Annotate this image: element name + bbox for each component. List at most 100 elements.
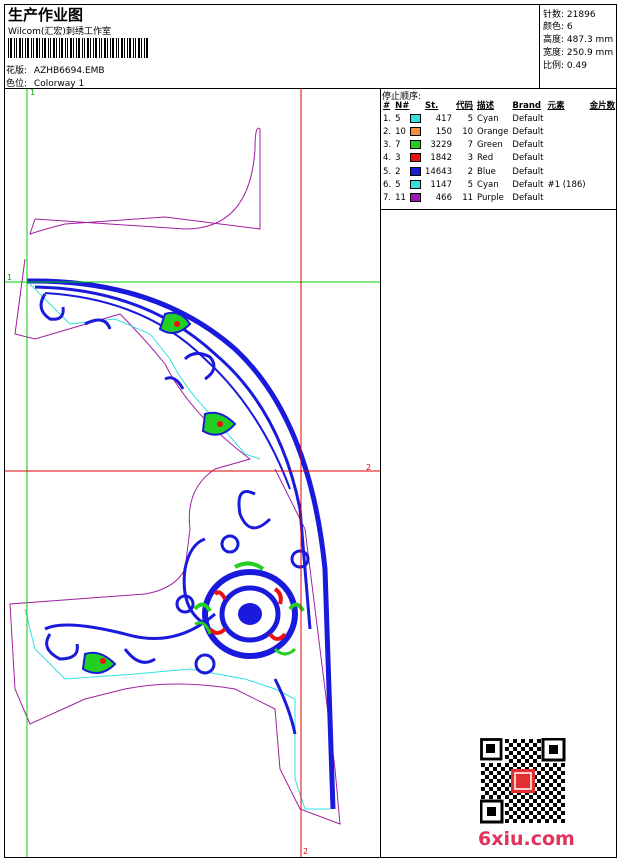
stop-header-cell: 代码 [456, 100, 474, 111]
stop-cell: 6. [383, 179, 392, 190]
guide-label-red-bottom: 2 [303, 847, 309, 856]
stop-row: 3. 7 3229 7 Green Default [381, 139, 617, 152]
stop-cell [588, 152, 618, 165]
stop-cell: Purple [477, 192, 504, 203]
stop-cell: 5. [383, 166, 392, 177]
scroll-vines [39, 293, 297, 735]
colorway: 色位: Colorway 1 [6, 76, 84, 89]
stop-row: 5. 2 14643 2 Blue Default [381, 165, 617, 178]
stop-cell: 3 [467, 153, 474, 164]
stop-cell: Cyan [477, 179, 499, 190]
stop-cell: Default [512, 126, 544, 137]
cyan-outline [24, 283, 330, 810]
stop-row: 2. 10 150 10 Orange Default [381, 125, 617, 138]
stop-header-cell: N# [395, 100, 410, 111]
stop-cell: 7 [467, 140, 474, 151]
stop-header-cell: 描述 [477, 100, 495, 111]
watermark: 6xiu.com [478, 828, 575, 850]
stop-cell: 150 [435, 126, 452, 137]
color-swatch [408, 152, 423, 165]
stop-cell: Default [512, 166, 544, 177]
stop-cell: 10 [462, 126, 474, 137]
stop-cell [588, 165, 618, 178]
stat-colors: 颜色: 6 [543, 22, 573, 32]
stop-cell: 2 [467, 166, 474, 177]
guide-label-green-left: 1 [7, 273, 13, 282]
stop-cell: Green [477, 140, 503, 151]
color-swatch [408, 191, 423, 204]
stop-row: 1. 5 417 5 Cyan Default [381, 112, 617, 125]
qr-code [480, 738, 566, 824]
stop-row: 4. 3 1842 3 Red Default [381, 152, 617, 165]
stop-cell [588, 125, 618, 138]
page-title: 生产作业图 [8, 6, 84, 24]
stat-scale: 比例: 0.49 [543, 61, 587, 71]
stop-cell: 3. [383, 140, 392, 151]
stop-header-cell: # [383, 100, 391, 111]
stop-cell: 1. [383, 113, 392, 124]
stop-header-cell: 金片数 [589, 100, 616, 111]
stop-cell: 14643 [424, 166, 452, 177]
color-swatch [408, 178, 423, 191]
stop-cell [545, 125, 587, 138]
stop-cell: Blue [477, 166, 496, 177]
stop-cell [588, 112, 618, 125]
color-swatch [408, 139, 423, 152]
stop-cell: 3229 [430, 140, 452, 151]
company-name: Wilcom(汇宏)刺绣工作室 [8, 27, 111, 37]
stop-cell: Orange [477, 126, 509, 137]
stop-cell: 7 [395, 140, 401, 151]
stop-cell: 417 [435, 113, 452, 124]
colorway-value: Colorway 1 [33, 79, 85, 89]
stop-cell [545, 191, 587, 204]
stop-cell [545, 152, 587, 165]
stop-row: 6. 5 1147 5 Cyan Default #1 (186) [381, 178, 617, 191]
stop-header-cell: St. [424, 100, 439, 111]
stop-header-cell: Brand [512, 100, 541, 111]
stat-height: 高度: 487.3 mm [543, 35, 614, 45]
stop-cell: Default [512, 153, 544, 164]
stop-cell: Red [477, 153, 494, 164]
stop-cell: 2. [383, 126, 392, 137]
stop-cell: Default [512, 192, 544, 203]
stop-cell [588, 139, 618, 152]
guide-label-green-top: 1 [30, 88, 36, 97]
stop-cell: Default [512, 140, 544, 151]
guide-label-red-right: 2 [366, 463, 372, 472]
stop-cell: 11 [462, 192, 474, 203]
stop-cell: 5 [467, 113, 474, 124]
stop-cell: 11 [395, 192, 406, 203]
stop-header-cell: 元素 [547, 100, 565, 111]
stop-cell: 5 [467, 179, 474, 190]
embroidery-design [5, 89, 380, 857]
color-swatch [408, 112, 423, 125]
stop-sequence-table: # N# St. 代码 描述 Brand 元素 金片数 1. 5 417 5 Cyan Default 2… [381, 99, 617, 205]
stop-cell [588, 178, 618, 191]
stop-cell [545, 139, 587, 152]
stop-cell: Default [512, 113, 544, 124]
color-swatch [408, 165, 423, 178]
design-file: 花版: AZHB6694.EMB [6, 63, 105, 76]
color-swatch [408, 125, 423, 138]
stop-cell: 1147 [430, 179, 452, 190]
colorway-label: 色位: [6, 79, 28, 89]
stop-cell: 5 [395, 113, 401, 124]
stop-cell: 3 [395, 153, 401, 164]
stop-cell: #1 (186) [547, 179, 586, 190]
stop-cell: 5 [395, 179, 401, 190]
stop-cell [545, 165, 587, 178]
stop-cell: Cyan [477, 113, 499, 124]
stop-cell: 10 [395, 126, 406, 137]
design-value: AZHB6694.EMB [33, 66, 105, 76]
main-arc-outer [26, 278, 336, 810]
stat-width: 宽度: 250.9 mm [543, 48, 614, 58]
stop-cell: 7. [383, 192, 392, 203]
stop-cell: Default [512, 179, 544, 190]
barcode [8, 38, 148, 58]
stop-cell: 1842 [430, 153, 452, 164]
stop-cell: 4. [383, 153, 392, 164]
stop-cell [545, 112, 587, 125]
stop-cell: 2 [395, 166, 401, 177]
flower-clusters [81, 311, 310, 675]
stop-cell: 466 [435, 192, 452, 203]
